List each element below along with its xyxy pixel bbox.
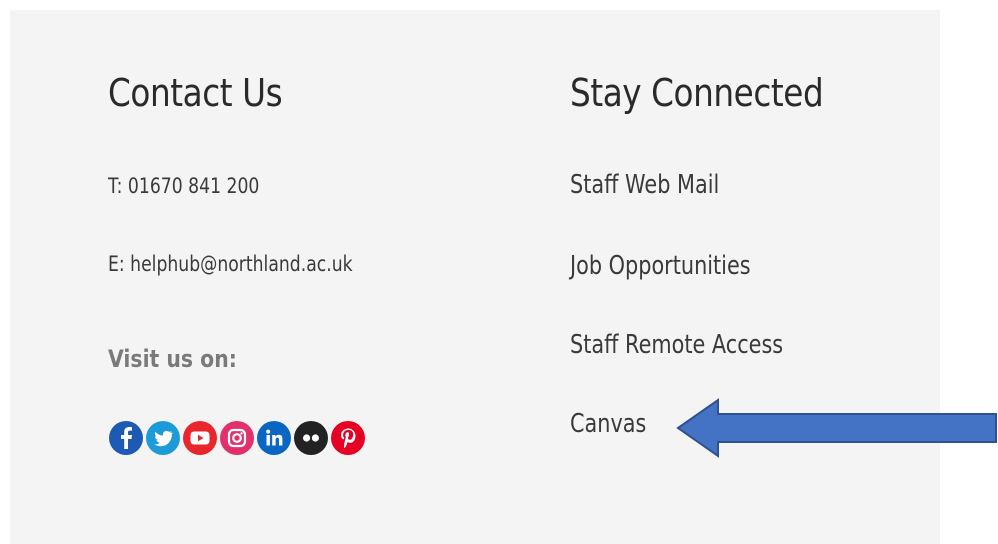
flickr-icon[interactable] <box>293 420 329 456</box>
staff-remote-access-link[interactable]: Staff Remote Access <box>570 330 783 360</box>
instagram-icon[interactable] <box>219 420 255 456</box>
contact-heading: Contact Us <box>108 71 283 115</box>
contact-email[interactable]: E: helphub@northland.ac.uk <box>108 252 353 276</box>
canvas-link[interactable]: Canvas <box>570 409 646 439</box>
visit-us-label: Visit us on: <box>108 345 237 373</box>
pinterest-icon[interactable] <box>330 420 366 456</box>
job-opportunities-link[interactable]: Job Opportunities <box>570 251 751 281</box>
staff-web-mail-link[interactable]: Staff Web Mail <box>570 170 719 200</box>
linkedin-icon[interactable] <box>256 420 292 456</box>
twitter-icon[interactable] <box>145 420 181 456</box>
contact-phone[interactable]: T: 01670 841 200 <box>108 174 259 198</box>
stay-connected-heading: Stay Connected <box>570 71 824 115</box>
left-arrow-annotation <box>676 398 997 458</box>
social-icons <box>108 420 366 456</box>
youtube-icon[interactable] <box>182 420 218 456</box>
facebook-icon[interactable] <box>108 420 144 456</box>
